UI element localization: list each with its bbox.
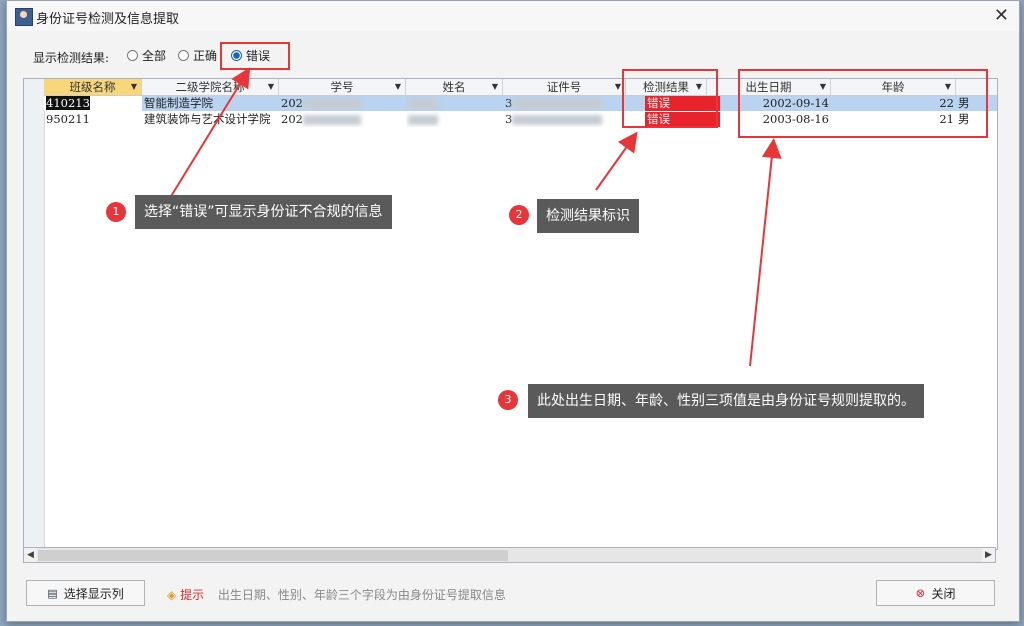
- column-header-name[interactable]: 姓名 ▼: [406, 79, 503, 95]
- cell-name[interactable]: [406, 112, 503, 127]
- cell-college[interactable]: 建筑装饰与艺术设计学院: [142, 112, 279, 127]
- dropdown-icon: ▼: [130, 82, 137, 91]
- app-icon: [15, 8, 33, 26]
- callout-badge: 2: [509, 205, 529, 225]
- close-button[interactable]: ⊗ 关闭: [876, 580, 995, 606]
- title-bar: 身份证号检测及信息提取 ✕: [7, 1, 1019, 31]
- scroll-right-icon[interactable]: ▶: [982, 548, 995, 562]
- dropdown-icon: ▼: [267, 82, 274, 91]
- filter-option-all[interactable]: 全部: [127, 47, 166, 64]
- column-header-id-number[interactable]: 证件号 ▼: [503, 79, 626, 95]
- tip-text: 出生日期、性别、年龄三个字段为由身份证号提取信息: [217, 588, 506, 602]
- column-header-student-id[interactable]: 学号 ▼: [279, 79, 406, 95]
- close-icon[interactable]: ✕: [994, 5, 1009, 26]
- cell-class[interactable]: 410213: [44, 96, 142, 111]
- column-header-class[interactable]: 班级名称 ▼: [44, 79, 142, 95]
- tip-bar: ◈ 提示 出生日期、性别、年龄三个字段为由身份证号提取信息: [167, 586, 506, 603]
- close-circle-icon: ⊗: [915, 586, 926, 600]
- callout-badge: 3: [498, 390, 518, 410]
- column-header-college[interactable]: 二级学院名称 ▼: [142, 79, 279, 95]
- option-label: 正确: [193, 49, 218, 63]
- cell-college[interactable]: 智能制造学院: [142, 96, 279, 111]
- data-grid[interactable]: 班级名称 ▼ 二级学院名称 ▼ 学号 ▼ 姓名 ▼ 证件号 ▼ 检测结果 ▼ 出生日期 ▼ 年…: [23, 78, 998, 550]
- button-label: 关闭: [931, 586, 956, 601]
- tip-icon: ◈: [167, 588, 177, 602]
- button-label: 选择显示列: [63, 586, 124, 601]
- scroll-left-icon[interactable]: ◀: [24, 548, 37, 562]
- scroll-thumb[interactable]: [38, 550, 508, 561]
- tip-label: 提示: [180, 588, 205, 602]
- window-title: 身份证号检测及信息提取: [36, 12, 180, 27]
- dropdown-icon: ▼: [394, 82, 401, 91]
- cell-id-number[interactable]: 3: [503, 96, 626, 111]
- horizontal-scrollbar[interactable]: ◀ ▶: [23, 547, 996, 563]
- callout-3: 此处出生日期、年龄、性别三项值是由身份证号规则提取的。: [528, 384, 924, 418]
- cell-student-id[interactable]: 202: [279, 96, 406, 111]
- callout-2: 检测结果标识: [537, 199, 639, 233]
- dropdown-icon: ▼: [491, 82, 498, 91]
- cell-name[interactable]: [406, 96, 503, 111]
- dropdown-icon: ▼: [614, 82, 621, 91]
- select-columns-button[interactable]: ▤ 选择显示列: [26, 580, 145, 606]
- radio-icon[interactable]: [178, 50, 189, 61]
- callout-1: 选择“错误”可显示身份证不合规的信息: [135, 195, 392, 229]
- cell-class[interactable]: 950211: [44, 112, 142, 127]
- callout-badge: 1: [106, 202, 126, 222]
- highlight-box-filter: [220, 42, 290, 70]
- row-header-column: [24, 79, 45, 549]
- filter-label: 显示检测结果:: [33, 51, 110, 65]
- highlight-box-result: [622, 69, 718, 128]
- cell-id-number[interactable]: 3: [503, 112, 626, 127]
- option-label: 全部: [142, 49, 167, 63]
- radio-icon[interactable]: [127, 50, 138, 61]
- highlight-box-extracted: [738, 69, 988, 138]
- list-icon: ▤: [47, 586, 58, 600]
- cell-student-id[interactable]: 202: [279, 112, 406, 127]
- filter-option-correct[interactable]: 正确: [178, 47, 217, 64]
